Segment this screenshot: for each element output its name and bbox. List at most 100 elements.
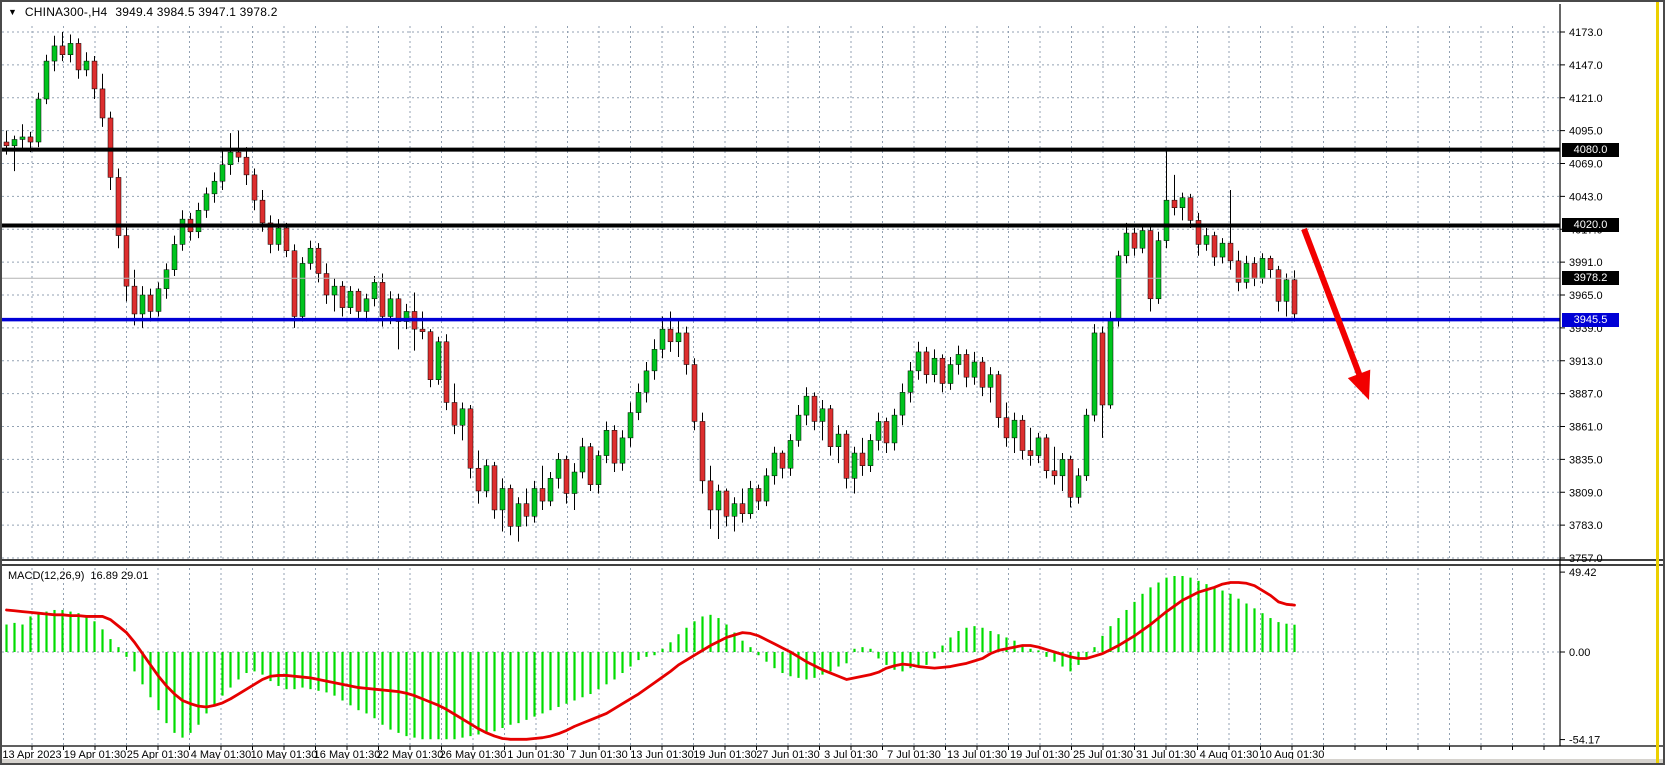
candle-body	[932, 358, 937, 374]
candle-body	[876, 421, 881, 440]
price-tick-label: 3887.0	[1569, 389, 1603, 401]
candle-body	[940, 358, 945, 383]
candle-body	[1084, 415, 1089, 476]
candle-body	[1292, 280, 1297, 314]
candle-body	[92, 61, 97, 89]
candle-body	[252, 175, 257, 200]
candle-body	[532, 488, 537, 516]
price-tick-label: 3965.0	[1569, 290, 1603, 302]
candle-body	[780, 453, 785, 468]
candle-body	[460, 409, 465, 425]
candle-body	[316, 248, 321, 273]
candle-body	[156, 289, 161, 312]
candle-body	[980, 362, 985, 387]
price-tick-label: 4173.0	[1569, 27, 1603, 39]
candle-body	[1124, 233, 1129, 256]
candle-body	[436, 342, 441, 380]
candle-body	[1116, 256, 1121, 320]
candle-body	[700, 421, 705, 480]
candle-body	[740, 504, 745, 514]
candle-body	[1156, 241, 1161, 299]
candle-body	[420, 329, 425, 332]
candle-body	[292, 251, 297, 317]
candle-body	[44, 61, 49, 99]
candle-body	[572, 472, 577, 493]
price-tick-label: 3835.0	[1569, 454, 1603, 466]
candle-body	[12, 139, 17, 145]
candle-body	[1076, 476, 1081, 497]
candle-body	[236, 152, 241, 157]
symbol-dropdown-icon[interactable]: ▼	[8, 8, 17, 17]
candle-body	[60, 46, 65, 55]
candle-body	[748, 488, 753, 513]
candle-body	[604, 430, 609, 455]
candle-body	[68, 43, 73, 54]
macd-tick-label: 0.00	[1569, 647, 1590, 659]
window-bottom-edge	[2, 759, 1665, 765]
candle-body	[628, 413, 633, 438]
candle-body	[444, 342, 449, 403]
candle-body	[84, 61, 89, 70]
candle-body	[1188, 198, 1193, 221]
candle-body	[676, 333, 681, 342]
price-tick-label: 3757.0	[1569, 553, 1603, 565]
candle-body	[260, 200, 265, 223]
candle-body	[172, 244, 177, 269]
candle-body	[1092, 333, 1097, 415]
candle-body	[1140, 231, 1145, 249]
price-tick-label: 4095.0	[1569, 126, 1603, 138]
candle-body	[276, 228, 281, 244]
macd-name: MACD(12,26,9)	[8, 570, 84, 582]
macd-values: 16.89 29.01	[90, 570, 148, 582]
price-tick-label: 4147.0	[1569, 60, 1603, 72]
candle-body	[580, 447, 585, 472]
candle-body	[1236, 261, 1241, 282]
candle-body	[1180, 198, 1185, 208]
candle-body	[1052, 471, 1057, 476]
trend-arrow-shaft[interactable]	[1304, 229, 1361, 379]
candle-body	[1172, 200, 1177, 208]
candle-body	[340, 286, 345, 307]
candle-body	[484, 466, 489, 491]
candle-body	[204, 194, 209, 210]
candle-body	[996, 375, 1001, 418]
candle-body	[388, 299, 393, 317]
candle-body	[708, 481, 713, 510]
candle-body	[1036, 438, 1041, 456]
candlestick-chart-canvas[interactable]: 4173.04147.04121.04095.04069.04043.04017…	[2, 2, 1665, 765]
candle-body	[948, 365, 953, 384]
candle-body	[860, 453, 865, 466]
candle-body	[548, 478, 553, 501]
candle-body	[220, 165, 225, 181]
resistance-lower-price-badge: 4020.0	[1562, 218, 1619, 232]
candle-body	[564, 459, 569, 493]
candle-body	[516, 504, 521, 527]
candle-body	[732, 504, 737, 517]
candle-body	[772, 453, 777, 476]
candle-body	[308, 248, 313, 263]
candle-body	[1028, 451, 1033, 456]
candle-body	[428, 332, 433, 380]
candle-body	[692, 365, 697, 422]
candle-body	[836, 434, 841, 447]
candle-body	[212, 181, 217, 194]
macd-signal-line	[7, 582, 1295, 739]
chart-title-bar: ▼ CHINA300-,H4 3949.4 3984.5 3947.1 3978…	[8, 5, 278, 19]
candle-body	[812, 396, 817, 421]
candle-body	[1148, 231, 1153, 299]
candle-body	[1004, 418, 1009, 438]
candle-body	[1276, 270, 1281, 302]
candle-body	[100, 89, 105, 118]
candle-body	[196, 210, 201, 231]
trend-arrow-head[interactable]	[1348, 370, 1370, 400]
candle-body	[588, 447, 593, 485]
candle-body	[284, 228, 289, 251]
candle-body	[140, 295, 145, 314]
price-tick-label: 4069.0	[1569, 159, 1603, 171]
candle-body	[852, 453, 857, 478]
candle-body	[684, 333, 689, 365]
candle-body	[132, 286, 137, 314]
candle-body	[668, 329, 673, 342]
candle-body	[716, 491, 721, 510]
candle-body	[972, 362, 977, 377]
